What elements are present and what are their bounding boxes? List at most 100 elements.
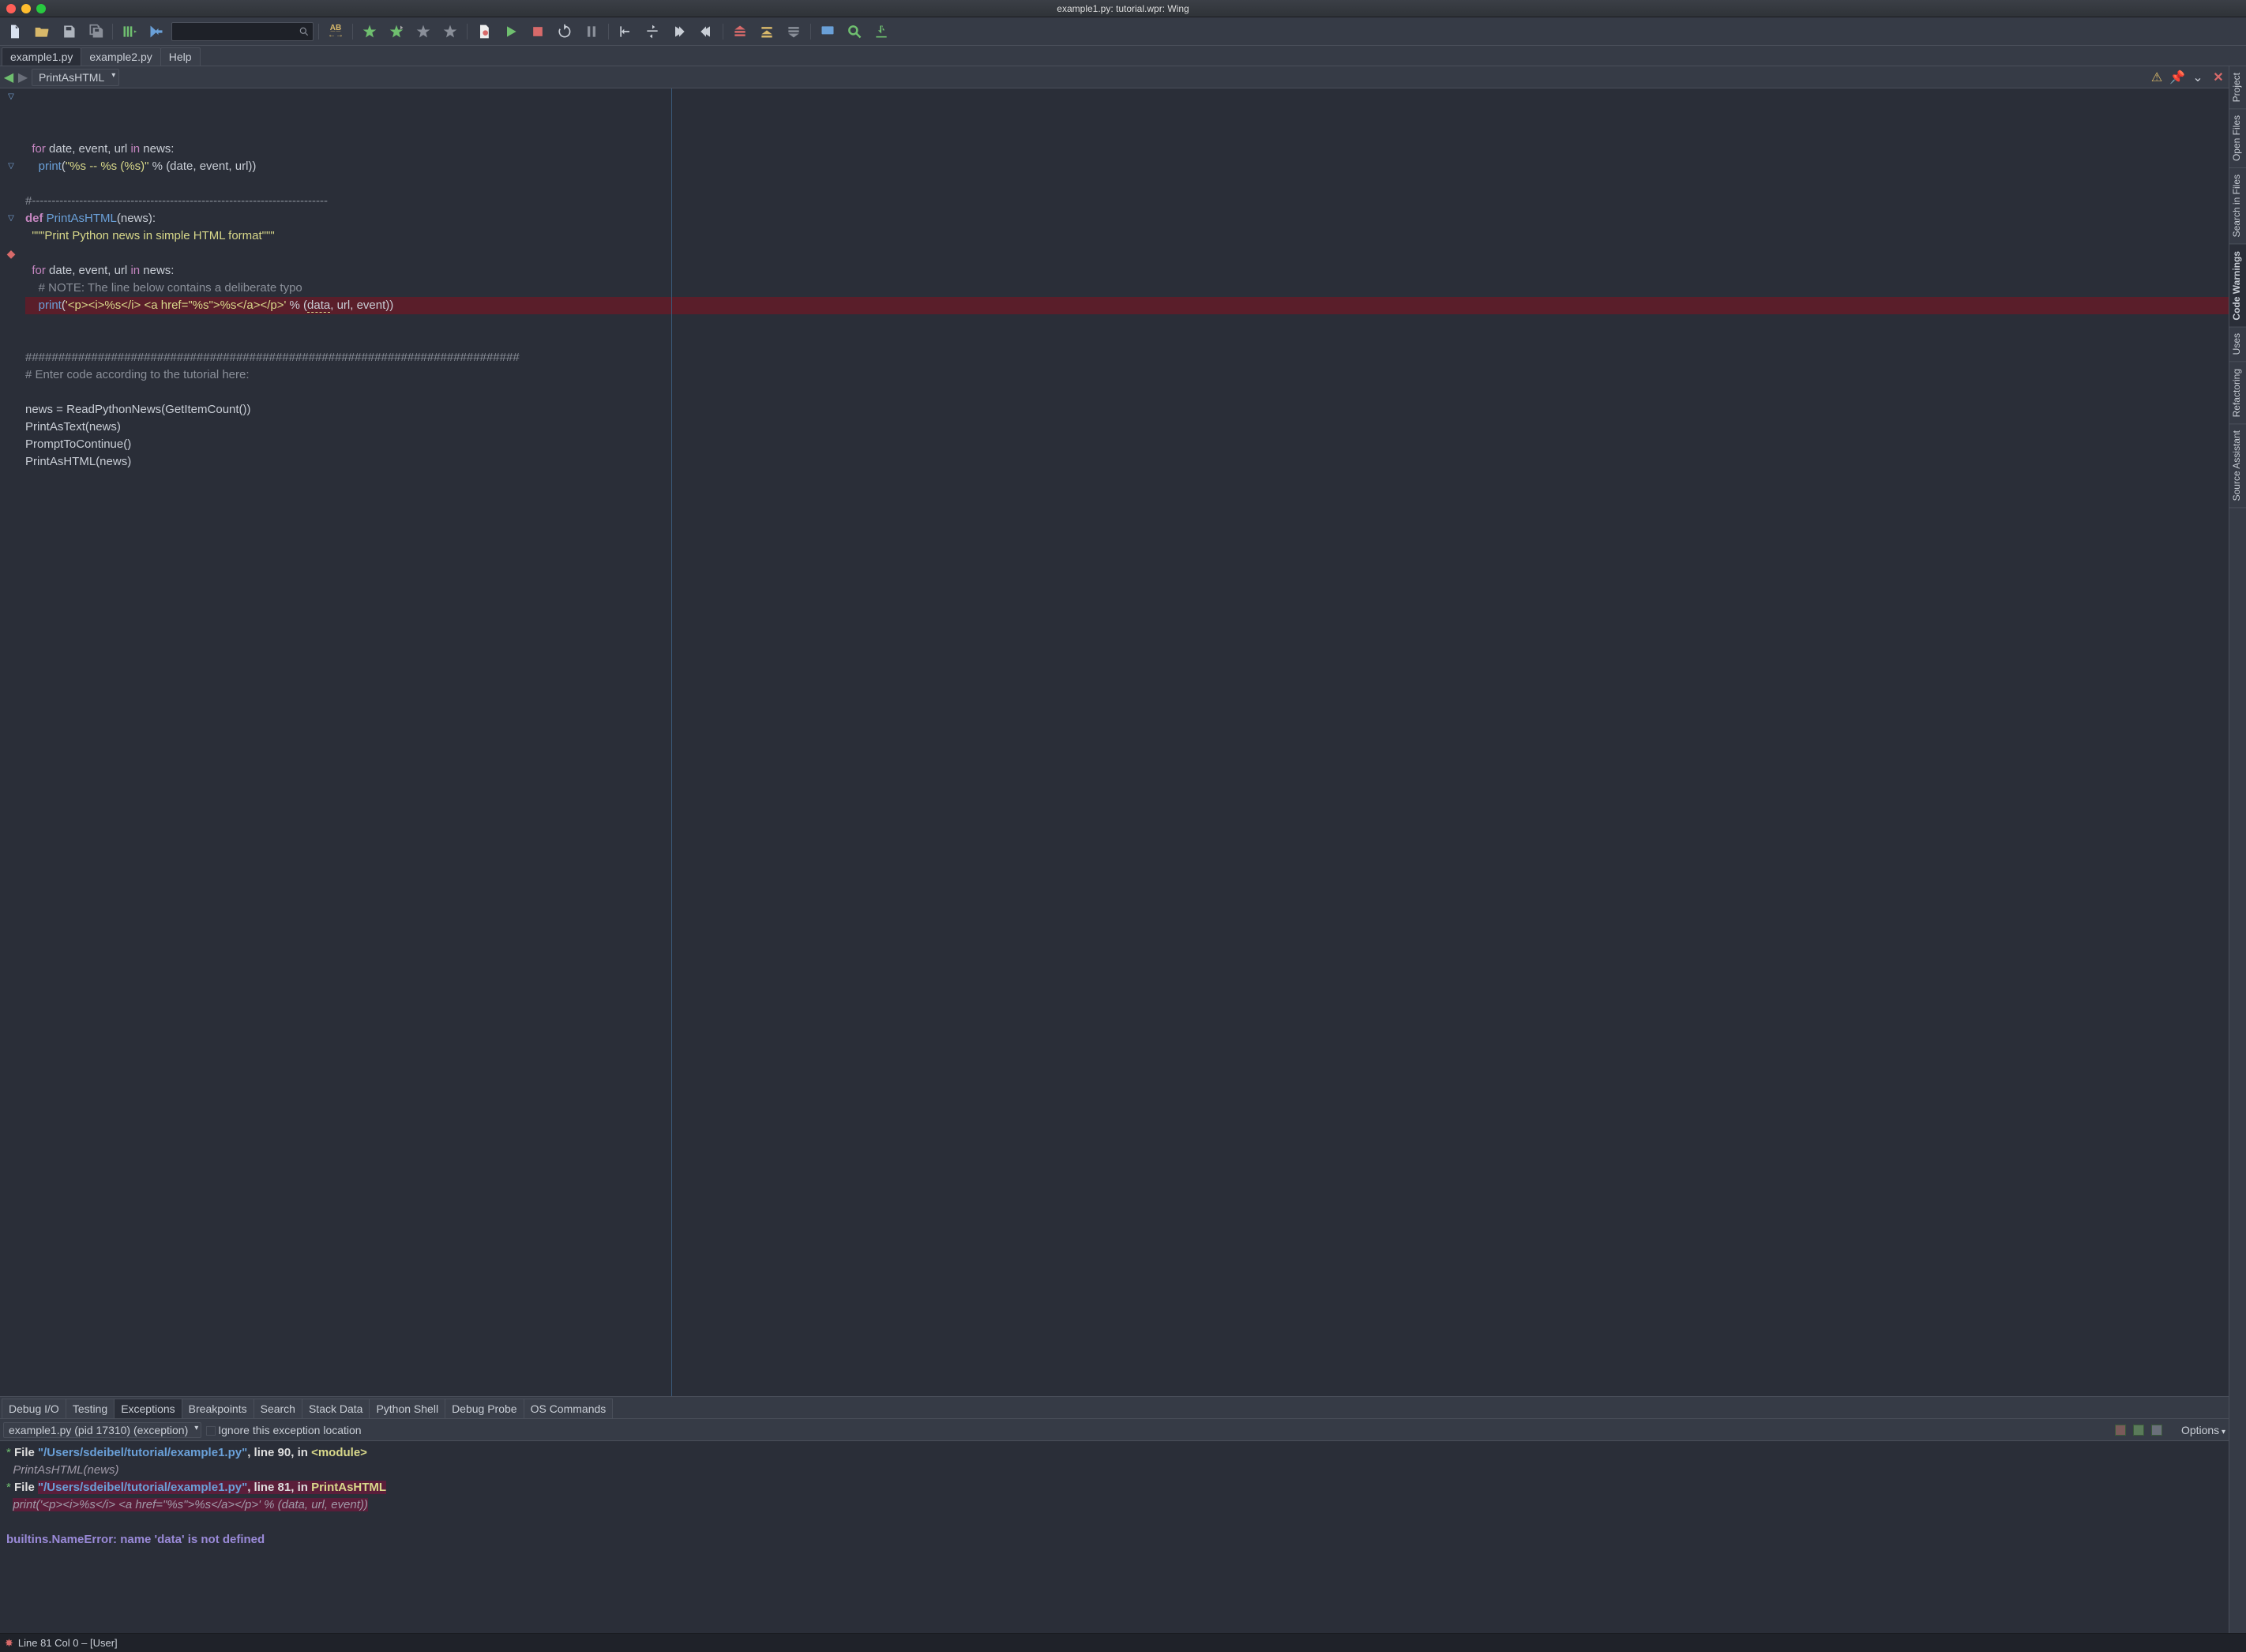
code-line[interactable] [25, 471, 2229, 488]
code-line[interactable]: for date, event, url in news: [25, 141, 2229, 158]
replace-icon[interactable]: A̲B̲←→ [324, 21, 347, 43]
status-bar: ✸ Line 81 Col 0 – [User] [0, 1633, 2246, 1652]
pin-icon[interactable]: 📌 [2170, 70, 2184, 84]
breadcrumb-bar: ◀ ▶ PrintAsHTML ⚠ 📌 ⌄ ✕ [0, 66, 2229, 88]
bottom-tab-breakpoints[interactable]: Breakpoints [182, 1399, 254, 1418]
step-return-icon[interactable] [694, 21, 718, 43]
new-file-icon[interactable] [3, 21, 27, 43]
restart-icon[interactable] [553, 21, 577, 43]
code-line[interactable] [25, 314, 2229, 332]
bottom-panel: Debug I/OTestingExceptionsBreakpointsSea… [0, 1396, 2229, 1633]
code-line[interactable] [25, 175, 2229, 193]
bottom-tab-search[interactable]: Search [254, 1399, 302, 1418]
ignore-exception-checkbox[interactable]: Ignore this exception location [206, 1424, 361, 1436]
right-tab-uses[interactable]: Uses [2229, 327, 2246, 362]
stop-icon[interactable] [526, 21, 550, 43]
traceback-call[interactable]: print('<p><i>%s</i> <a href="%s">%s</a><… [6, 1496, 2222, 1514]
chevron-down-icon[interactable]: ⌄ [2191, 70, 2205, 84]
fold-toggle[interactable]: ▽ [0, 210, 22, 227]
stack-frame-icon[interactable] [755, 21, 779, 43]
indent-icon[interactable] [118, 21, 141, 43]
code-line[interactable]: print("%s -- %s (%s)" % (date, event, ur… [25, 158, 2229, 175]
goto-definition-icon[interactable] [145, 21, 168, 43]
right-tab-open-files[interactable]: Open Files [2229, 109, 2246, 168]
save-icon[interactable] [57, 21, 81, 43]
debug-file-icon[interactable] [472, 21, 496, 43]
search-tool-icon[interactable] [843, 21, 866, 43]
code-line[interactable]: print('<p><i>%s</i> <a href="%s">%s</a><… [25, 297, 2229, 314]
bookmark-prev-icon[interactable] [411, 21, 435, 43]
nav-back-icon[interactable]: ◀ [3, 72, 14, 83]
zoom-window-button[interactable] [36, 4, 46, 13]
code-area[interactable]: for date, event, url in news: print("%s … [22, 88, 2229, 1396]
traceback-frame[interactable]: * File "/Users/sdeibel/tutorial/example1… [6, 1479, 2222, 1496]
bottom-tab-exceptions[interactable]: Exceptions [114, 1399, 182, 1418]
warning-icon[interactable]: ⚠ [2150, 70, 2164, 84]
toolbar-search[interactable] [171, 22, 314, 41]
minimize-window-button[interactable] [21, 4, 31, 13]
download-icon[interactable] [869, 21, 893, 43]
bottom-tab-debug-probe[interactable]: Debug Probe [445, 1399, 524, 1418]
save-all-icon[interactable] [84, 21, 107, 43]
traceback-frame[interactable]: * File "/Users/sdeibel/tutorial/example1… [6, 1444, 2222, 1462]
code-line[interactable]: news = ReadPythonNews(GetItemCount()) [25, 401, 2229, 419]
monitor-icon[interactable] [816, 21, 839, 43]
tb-view-icon-1[interactable] [2115, 1425, 2126, 1436]
close-editor-icon[interactable]: ✕ [2211, 70, 2225, 84]
file-tab-example2[interactable]: example2.py [81, 47, 160, 66]
bookmark-add-icon[interactable] [358, 21, 381, 43]
code-line[interactable]: PrintAsHTML(news) [25, 453, 2229, 471]
file-tab-help[interactable]: Help [160, 47, 201, 66]
file-tab-example1[interactable]: example1.py [2, 47, 81, 66]
step-into-icon[interactable] [614, 21, 637, 43]
gutter[interactable]: ▽ ▽ ▽ ◆ [0, 88, 22, 1396]
right-tab-source-assistant[interactable]: Source Assistant [2229, 424, 2246, 508]
code-line[interactable]: ########################################… [25, 349, 2229, 366]
right-tab-search-in-files[interactable]: Search in Files [2229, 168, 2246, 244]
code-line[interactable]: PrintAsText(news) [25, 419, 2229, 436]
stack-down-icon[interactable] [782, 21, 806, 43]
bottom-tab-debug-i-o[interactable]: Debug I/O [2, 1399, 66, 1418]
code-line[interactable]: # Enter code according to the tutorial h… [25, 366, 2229, 384]
code-line[interactable] [25, 332, 2229, 349]
traceback-view[interactable]: * File "/Users/sdeibel/tutorial/example1… [0, 1441, 2229, 1633]
stack-up-icon[interactable] [728, 21, 752, 43]
scope-selector[interactable]: PrintAsHTML [32, 69, 119, 86]
fold-toggle[interactable]: ▽ [0, 158, 22, 175]
run-icon[interactable] [499, 21, 523, 43]
code-line[interactable]: PromptToContinue() [25, 436, 2229, 453]
bookmark-next-icon[interactable] [385, 21, 408, 43]
bottom-tab-os-commands[interactable]: OS Commands [524, 1399, 614, 1418]
step-over-icon[interactable] [640, 21, 664, 43]
open-file-icon[interactable] [30, 21, 54, 43]
titlebar: example1.py: tutorial.wpr: Wing [0, 0, 2246, 17]
right-tab-refactoring[interactable]: Refactoring [2229, 362, 2246, 424]
code-line[interactable] [25, 384, 2229, 401]
bottom-tab-stack-data[interactable]: Stack Data [302, 1399, 370, 1418]
code-line[interactable]: for date, event, url in news: [25, 262, 2229, 280]
code-line[interactable]: #---------------------------------------… [25, 193, 2229, 210]
right-tab-code-warnings[interactable]: Code Warnings [2229, 245, 2246, 328]
bookmark-clear-icon[interactable] [438, 21, 462, 43]
breakpoint-marker[interactable]: ◆ [0, 245, 22, 262]
close-window-button[interactable] [6, 4, 16, 13]
tb-view-icon-2[interactable] [2133, 1425, 2144, 1436]
bottom-tab-python-shell[interactable]: Python Shell [369, 1399, 445, 1418]
bottom-tab-testing[interactable]: Testing [66, 1399, 115, 1418]
fold-toggle[interactable]: ▽ [0, 88, 22, 106]
code-line[interactable] [25, 245, 2229, 262]
code-line[interactable]: """Print Python news in simple HTML form… [25, 227, 2229, 245]
tb-view-icon-3[interactable] [2151, 1425, 2162, 1436]
exception-message: builtins.NameError: name 'data' is not d… [6, 1531, 2222, 1549]
nav-forward-icon[interactable]: ▶ [17, 72, 28, 83]
code-line[interactable]: # NOTE: The line below contains a delibe… [25, 280, 2229, 297]
toolbar-search-input[interactable] [175, 26, 299, 37]
step-out-icon[interactable] [667, 21, 691, 43]
traceback-call[interactable]: PrintAsHTML(news) [6, 1462, 2222, 1479]
pause-icon[interactable] [580, 21, 603, 43]
right-tab-project[interactable]: Project [2229, 66, 2246, 109]
options-menu[interactable]: Options [2181, 1424, 2225, 1436]
process-selector[interactable]: example1.py (pid 17310) (exception) [3, 1422, 201, 1438]
code-editor[interactable]: ▽ ▽ ▽ ◆ for date, event, url in news: print… [0, 88, 2229, 1396]
code-line[interactable]: def PrintAsHTML(news): [25, 210, 2229, 227]
